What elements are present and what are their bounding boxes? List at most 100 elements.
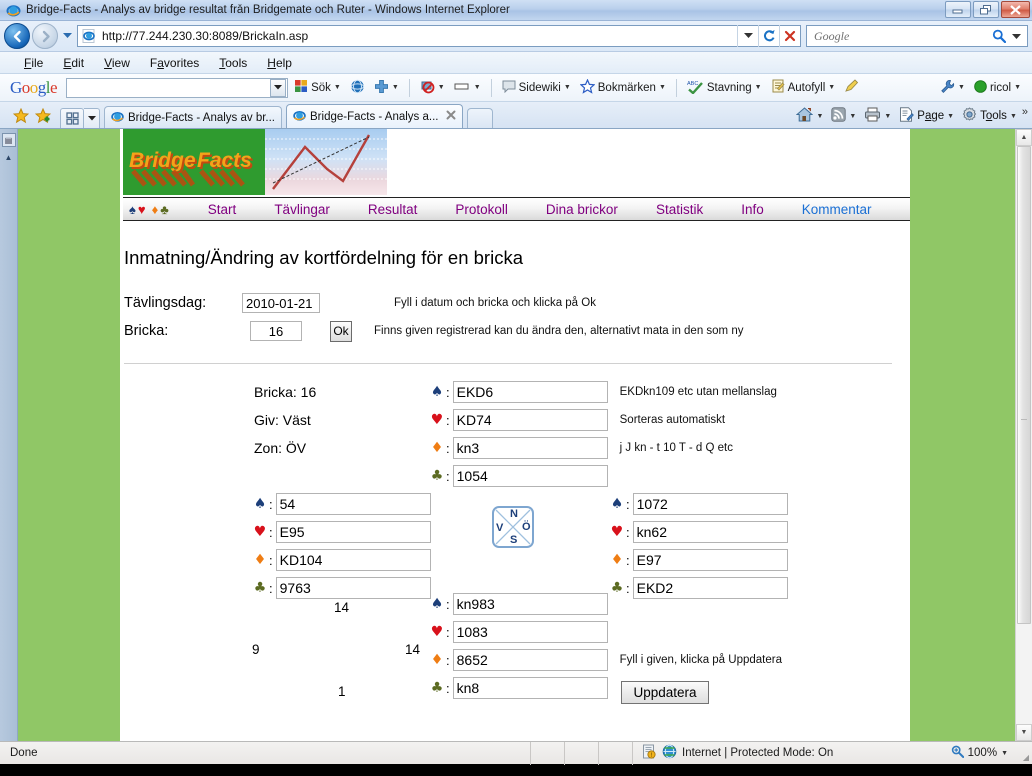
west-spades-input[interactable]: 54 (275, 493, 431, 515)
chevron-down-icon[interactable]: ▼ (958, 84, 965, 91)
zoom-control[interactable]: 100% ▼ (951, 745, 1008, 761)
chevron-down-icon[interactable]: ▼ (1014, 84, 1021, 91)
south-diamonds-input[interactable]: 8652 (452, 649, 608, 671)
north-hearts-input[interactable]: KD74 (452, 409, 608, 431)
search-box[interactable]: Google (806, 25, 1028, 47)
google-settings-button[interactable]: ▼ (937, 77, 968, 99)
stop-button[interactable] (779, 25, 800, 47)
google-search-button[interactable]: Sök ▼ (291, 77, 344, 98)
google-search-dropdown-icon[interactable] (270, 78, 287, 97)
tab-close-icon[interactable] (446, 110, 456, 123)
north-spades-input[interactable]: EKD6 (452, 381, 608, 403)
chevron-down-icon[interactable]: ▼ (947, 113, 954, 120)
chevron-down-icon[interactable]: ▼ (1010, 113, 1017, 120)
east-hearts-input[interactable]: kn62 (632, 521, 788, 543)
nav-item-statistik[interactable]: Statistik (656, 202, 703, 217)
search-provider-dropdown-icon[interactable] (1012, 29, 1021, 43)
close-button[interactable] (1001, 1, 1030, 18)
nav-item-tavlingar[interactable]: Tävlingar (274, 202, 330, 217)
north-clubs-input[interactable]: 1054 (452, 465, 608, 487)
google-autofill-button[interactable]: Autofyll ▼ (768, 77, 839, 98)
recent-pages-dropdown[interactable] (60, 33, 74, 39)
favorites-star-icon[interactable] (10, 104, 32, 128)
scrollbar-track[interactable] (1016, 146, 1032, 724)
nav-item-dina-brickor[interactable]: Dina brickor (546, 202, 618, 217)
chevron-down-icon[interactable]: ▼ (564, 84, 571, 91)
quick-tabs-button[interactable] (60, 108, 84, 128)
google-search-input[interactable] (66, 77, 289, 98)
nav-item-start[interactable]: Start (208, 202, 237, 217)
chevron-down-icon[interactable]: ▼ (659, 84, 666, 91)
tools-menu-button[interactable]: Tools ▼ (959, 106, 1020, 126)
chevron-down-icon[interactable]: ▼ (816, 113, 823, 120)
menu-help[interactable]: Help (257, 54, 302, 72)
gutter-arrow-icon[interactable]: ▲ (0, 153, 17, 162)
address-input[interactable]: http://77.244.230.30:8089/BrickaIn.asp (77, 25, 801, 47)
chevron-down-icon[interactable]: ▼ (474, 84, 481, 91)
west-clubs-input[interactable]: 9763 (275, 577, 431, 599)
refresh-button[interactable] (758, 25, 779, 47)
date-input[interactable]: 2010-01-21 (242, 293, 320, 313)
address-dropdown-button[interactable] (737, 25, 758, 47)
menu-tools[interactable]: Tools (209, 54, 257, 72)
chevron-down-icon[interactable]: ▼ (392, 84, 399, 91)
west-hearts-input[interactable]: E95 (275, 521, 431, 543)
site-logo[interactable]: Bridge Facts Bridge Facts (123, 129, 265, 195)
chevron-down-icon[interactable]: ▼ (1001, 750, 1008, 757)
minimize-button[interactable] (945, 1, 971, 18)
menu-edit[interactable]: Edit (53, 54, 94, 72)
chevron-down-icon[interactable]: ▼ (438, 84, 445, 91)
menu-file[interactable]: File (14, 54, 53, 72)
google-translate-button[interactable] (347, 77, 368, 99)
forward-button[interactable] (32, 23, 58, 49)
scroll-down-button[interactable]: ▼ (1016, 724, 1032, 741)
south-clubs-input[interactable]: kn8 (452, 677, 608, 699)
chevron-down-icon[interactable]: ▼ (828, 84, 835, 91)
ok-button[interactable]: Ok (330, 320, 352, 342)
nav-item-kommentar[interactable]: Kommentar (802, 202, 872, 217)
west-diamonds-input[interactable]: KD104 (275, 549, 431, 571)
south-spades-input[interactable]: kn983 (452, 593, 608, 615)
command-bar-overflow-icon[interactable]: » (1022, 106, 1028, 118)
restore-button[interactable] (973, 1, 999, 18)
board-input[interactable]: 16 (250, 321, 302, 341)
south-hearts-input[interactable]: 1083 (452, 621, 608, 643)
google-account-button[interactable]: ricol ▼ (971, 78, 1024, 98)
menu-view[interactable]: View (94, 54, 140, 72)
chevron-down-icon[interactable]: ▼ (849, 113, 856, 120)
home-button[interactable]: ▼ (793, 106, 826, 126)
east-diamonds-input[interactable]: E97 (632, 549, 788, 571)
vertical-scrollbar[interactable]: ▲ ▼ (1015, 129, 1032, 741)
feeds-button[interactable]: ▼ (828, 106, 859, 126)
page-menu-button[interactable]: Page ▼ (896, 106, 957, 126)
gutter-icon[interactable]: ▤ (1, 133, 16, 147)
back-button[interactable] (4, 23, 30, 49)
nav-item-info[interactable]: Info (741, 202, 764, 217)
chevron-down-icon[interactable]: ▼ (755, 84, 762, 91)
chevron-down-icon[interactable]: ▼ (884, 113, 891, 120)
google-highlight-button[interactable]: ▼ (451, 78, 484, 98)
tab-list-dropdown-button[interactable] (84, 108, 100, 128)
resize-grip-icon[interactable]: ◢ (1023, 753, 1029, 762)
scroll-up-button[interactable]: ▲ (1016, 129, 1032, 146)
print-button[interactable]: ▼ (861, 106, 894, 126)
tab-1[interactable]: Bridge-Facts - Analys a... (286, 104, 464, 128)
chevron-down-icon[interactable]: ▼ (334, 84, 341, 91)
update-button[interactable]: Uppdatera (621, 681, 709, 704)
security-zone[interactable]: ! Internet | Protected Mode: On (642, 744, 833, 762)
east-spades-input[interactable]: 1072 (632, 493, 788, 515)
google-popup-blocker-button[interactable]: ▼ (417, 77, 448, 99)
menu-favorites[interactable]: Favorites (140, 54, 209, 72)
google-sidewiki-button[interactable]: Sidewiki ▼ (499, 78, 574, 98)
google-bookmarks-button[interactable]: Bokmärken ▼ (577, 77, 669, 99)
nav-item-resultat[interactable]: Resultat (368, 202, 418, 217)
google-share-button[interactable]: ▼ (371, 77, 402, 99)
north-diamonds-input[interactable]: kn3 (452, 437, 608, 459)
scrollbar-thumb[interactable] (1017, 146, 1031, 624)
search-icon[interactable] (992, 29, 1006, 43)
add-to-favorites-icon[interactable] (32, 104, 54, 128)
search-input[interactable]: Google (807, 29, 992, 44)
google-spellcheck-button[interactable]: ABC Stavning ▼ (684, 77, 765, 99)
tab-0[interactable]: Bridge-Facts - Analys av br... (104, 106, 283, 128)
google-pencil-button[interactable] (841, 77, 862, 98)
